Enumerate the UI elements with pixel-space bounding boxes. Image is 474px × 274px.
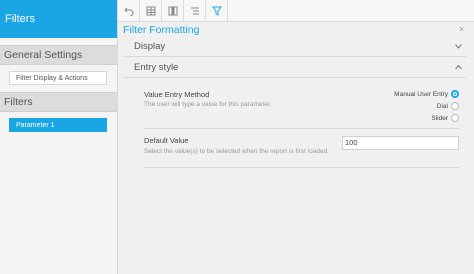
slider-option[interactable]: Slider — [431, 114, 459, 122]
filter-button[interactable] — [206, 0, 228, 21]
close-icon[interactable]: × — [459, 24, 464, 34]
filter-formatting-title: Filter Formatting — [123, 24, 200, 36]
manual-user-entry-option[interactable]: Manual User Entry — [394, 90, 459, 98]
default-value-input[interactable]: 100 — [342, 136, 459, 150]
manual-user-entry-label: Manual User Entry — [394, 90, 448, 98]
undo-icon — [123, 7, 133, 16]
default-value-label: Default Value — [144, 136, 189, 145]
chevron-down-icon — [455, 41, 462, 52]
filters-panel: Filters General Settings Filter Display … — [0, 0, 118, 274]
filters-section[interactable]: Filters — [0, 92, 117, 112]
parameter-1-item[interactable]: Parameter 1 — [9, 118, 107, 132]
default-value-description: Select the value(s) to be selected when … — [144, 148, 329, 155]
entry-style-section[interactable]: Entry style — [123, 59, 466, 78]
dial-radio[interactable] — [451, 102, 459, 110]
filter-icon — [211, 6, 222, 16]
manual-user-entry-radio[interactable] — [451, 90, 459, 98]
slider-radio[interactable] — [451, 114, 459, 122]
entry-style-section-label: Entry style — [134, 62, 179, 73]
dial-label: Dial — [436, 102, 448, 110]
value-entry-method-label: Value Entry Method — [144, 90, 210, 99]
chevron-up-icon — [455, 62, 462, 73]
value-entry-method-description: The user will type a value for this para… — [144, 101, 272, 108]
columns-icon — [168, 6, 177, 15]
columns-button[interactable] — [162, 0, 184, 21]
display-section[interactable]: Display — [123, 38, 466, 57]
list-icon — [190, 7, 199, 14]
filters-panel-title: Filters — [0, 0, 117, 38]
table-icon — [146, 6, 155, 15]
toolbar — [118, 0, 474, 22]
undo-button[interactable] — [118, 0, 140, 21]
filter-display-actions-item[interactable]: Filter Display & Actions — [9, 71, 107, 85]
display-section-label: Display — [134, 41, 166, 52]
list-button[interactable] — [184, 0, 206, 21]
divider — [144, 128, 460, 129]
table-button[interactable] — [140, 0, 162, 21]
general-settings-section[interactable]: General Settings — [0, 45, 117, 65]
slider-label: Slider — [431, 114, 448, 122]
divider — [144, 167, 460, 168]
dial-option[interactable]: Dial — [437, 102, 459, 110]
